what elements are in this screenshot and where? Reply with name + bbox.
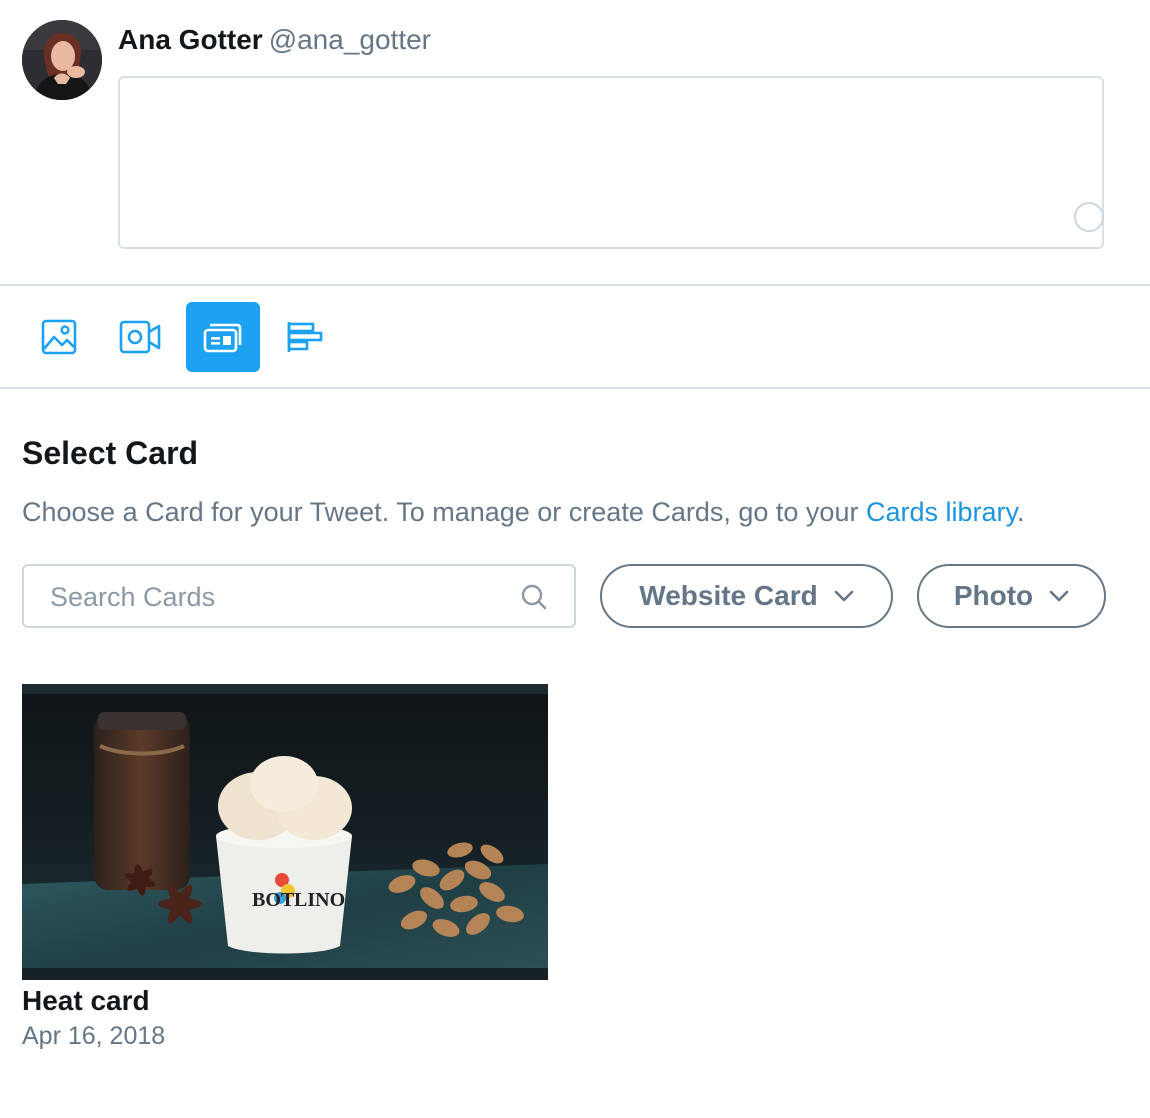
card-type-label: Website Card xyxy=(639,580,818,611)
card-image: BOT LINO xyxy=(22,684,548,980)
description-period: . xyxy=(1016,497,1025,527)
character-counter-icon xyxy=(1074,202,1104,232)
cards-library-link[interactable]: Cards library xyxy=(866,497,1017,527)
video-icon xyxy=(119,320,161,354)
search-icon[interactable] xyxy=(520,583,548,611)
chevron-down-icon xyxy=(834,590,854,602)
add-image-button[interactable] xyxy=(22,302,96,372)
search-input[interactable] xyxy=(48,566,522,628)
section-description: Choose a Card for your Tweet. To manage … xyxy=(22,494,1025,530)
card-icon xyxy=(203,323,242,353)
tweet-input[interactable] xyxy=(130,88,1034,232)
user-handle: @ana_gotter xyxy=(268,24,431,55)
avatar[interactable] xyxy=(22,20,102,100)
card-title[interactable]: Heat card xyxy=(22,984,150,1018)
svg-text:BOT: BOT xyxy=(252,889,295,911)
svg-text:LINO: LINO xyxy=(294,889,345,911)
search-box[interactable] xyxy=(22,564,576,628)
chevron-down-icon xyxy=(1049,590,1069,602)
image-icon xyxy=(41,319,77,355)
author-name-row: Ana Gotter @ana_gotter xyxy=(118,22,431,58)
avatar-photo xyxy=(22,20,102,100)
poll-icon xyxy=(287,322,323,352)
tweet-text-box[interactable] xyxy=(118,76,1104,249)
description-text: Choose a Card for your Tweet. To manage … xyxy=(22,497,866,527)
card-type-dropdown[interactable]: Website Card xyxy=(600,564,893,628)
add-card-button[interactable] xyxy=(186,302,260,372)
section-title: Select Card xyxy=(22,435,199,471)
add-poll-button[interactable] xyxy=(268,302,342,372)
media-type-label: Photo xyxy=(953,580,1034,611)
media-type-dropdown[interactable]: Photo xyxy=(917,564,1106,628)
display-name: Ana Gotter xyxy=(118,24,263,55)
divider xyxy=(0,387,1150,389)
card-date: Apr 16, 2018 xyxy=(22,1022,166,1050)
divider xyxy=(0,284,1150,286)
add-video-button[interactable] xyxy=(103,302,177,372)
card-thumbnail[interactable]: BOT LINO xyxy=(22,684,548,980)
